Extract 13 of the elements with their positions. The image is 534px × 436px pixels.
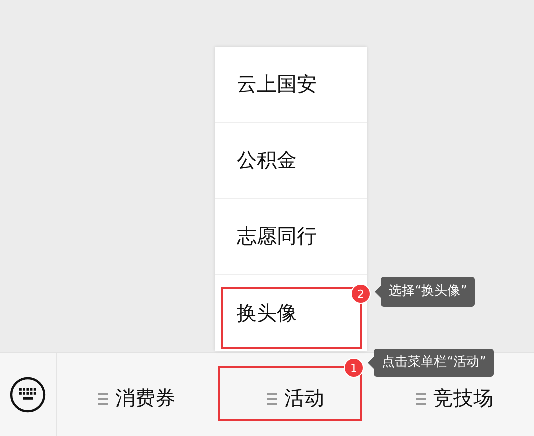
menu-bar-tab[interactable]: 竞技场 xyxy=(434,385,494,412)
menu-item[interactable]: 云上国安 xyxy=(237,71,317,98)
menu-lines-icon xyxy=(416,392,426,404)
menu-item[interactable]: 公积金 xyxy=(237,147,297,174)
menu-lines-icon xyxy=(98,392,108,404)
menu-bar-tab[interactable]: 活动 xyxy=(284,385,324,412)
tooltip: 点击菜单栏“活动” xyxy=(374,349,494,377)
menu-lines-icon xyxy=(266,392,276,404)
menu-item[interactable]: 换头像 xyxy=(237,300,297,326)
tooltip: 选择“换头像” xyxy=(381,277,476,307)
menu-item[interactable]: 志愿同行 xyxy=(237,223,317,250)
menu-bar-tab[interactable]: 消费券 xyxy=(116,385,176,412)
keyboard-icon[interactable] xyxy=(10,376,46,412)
